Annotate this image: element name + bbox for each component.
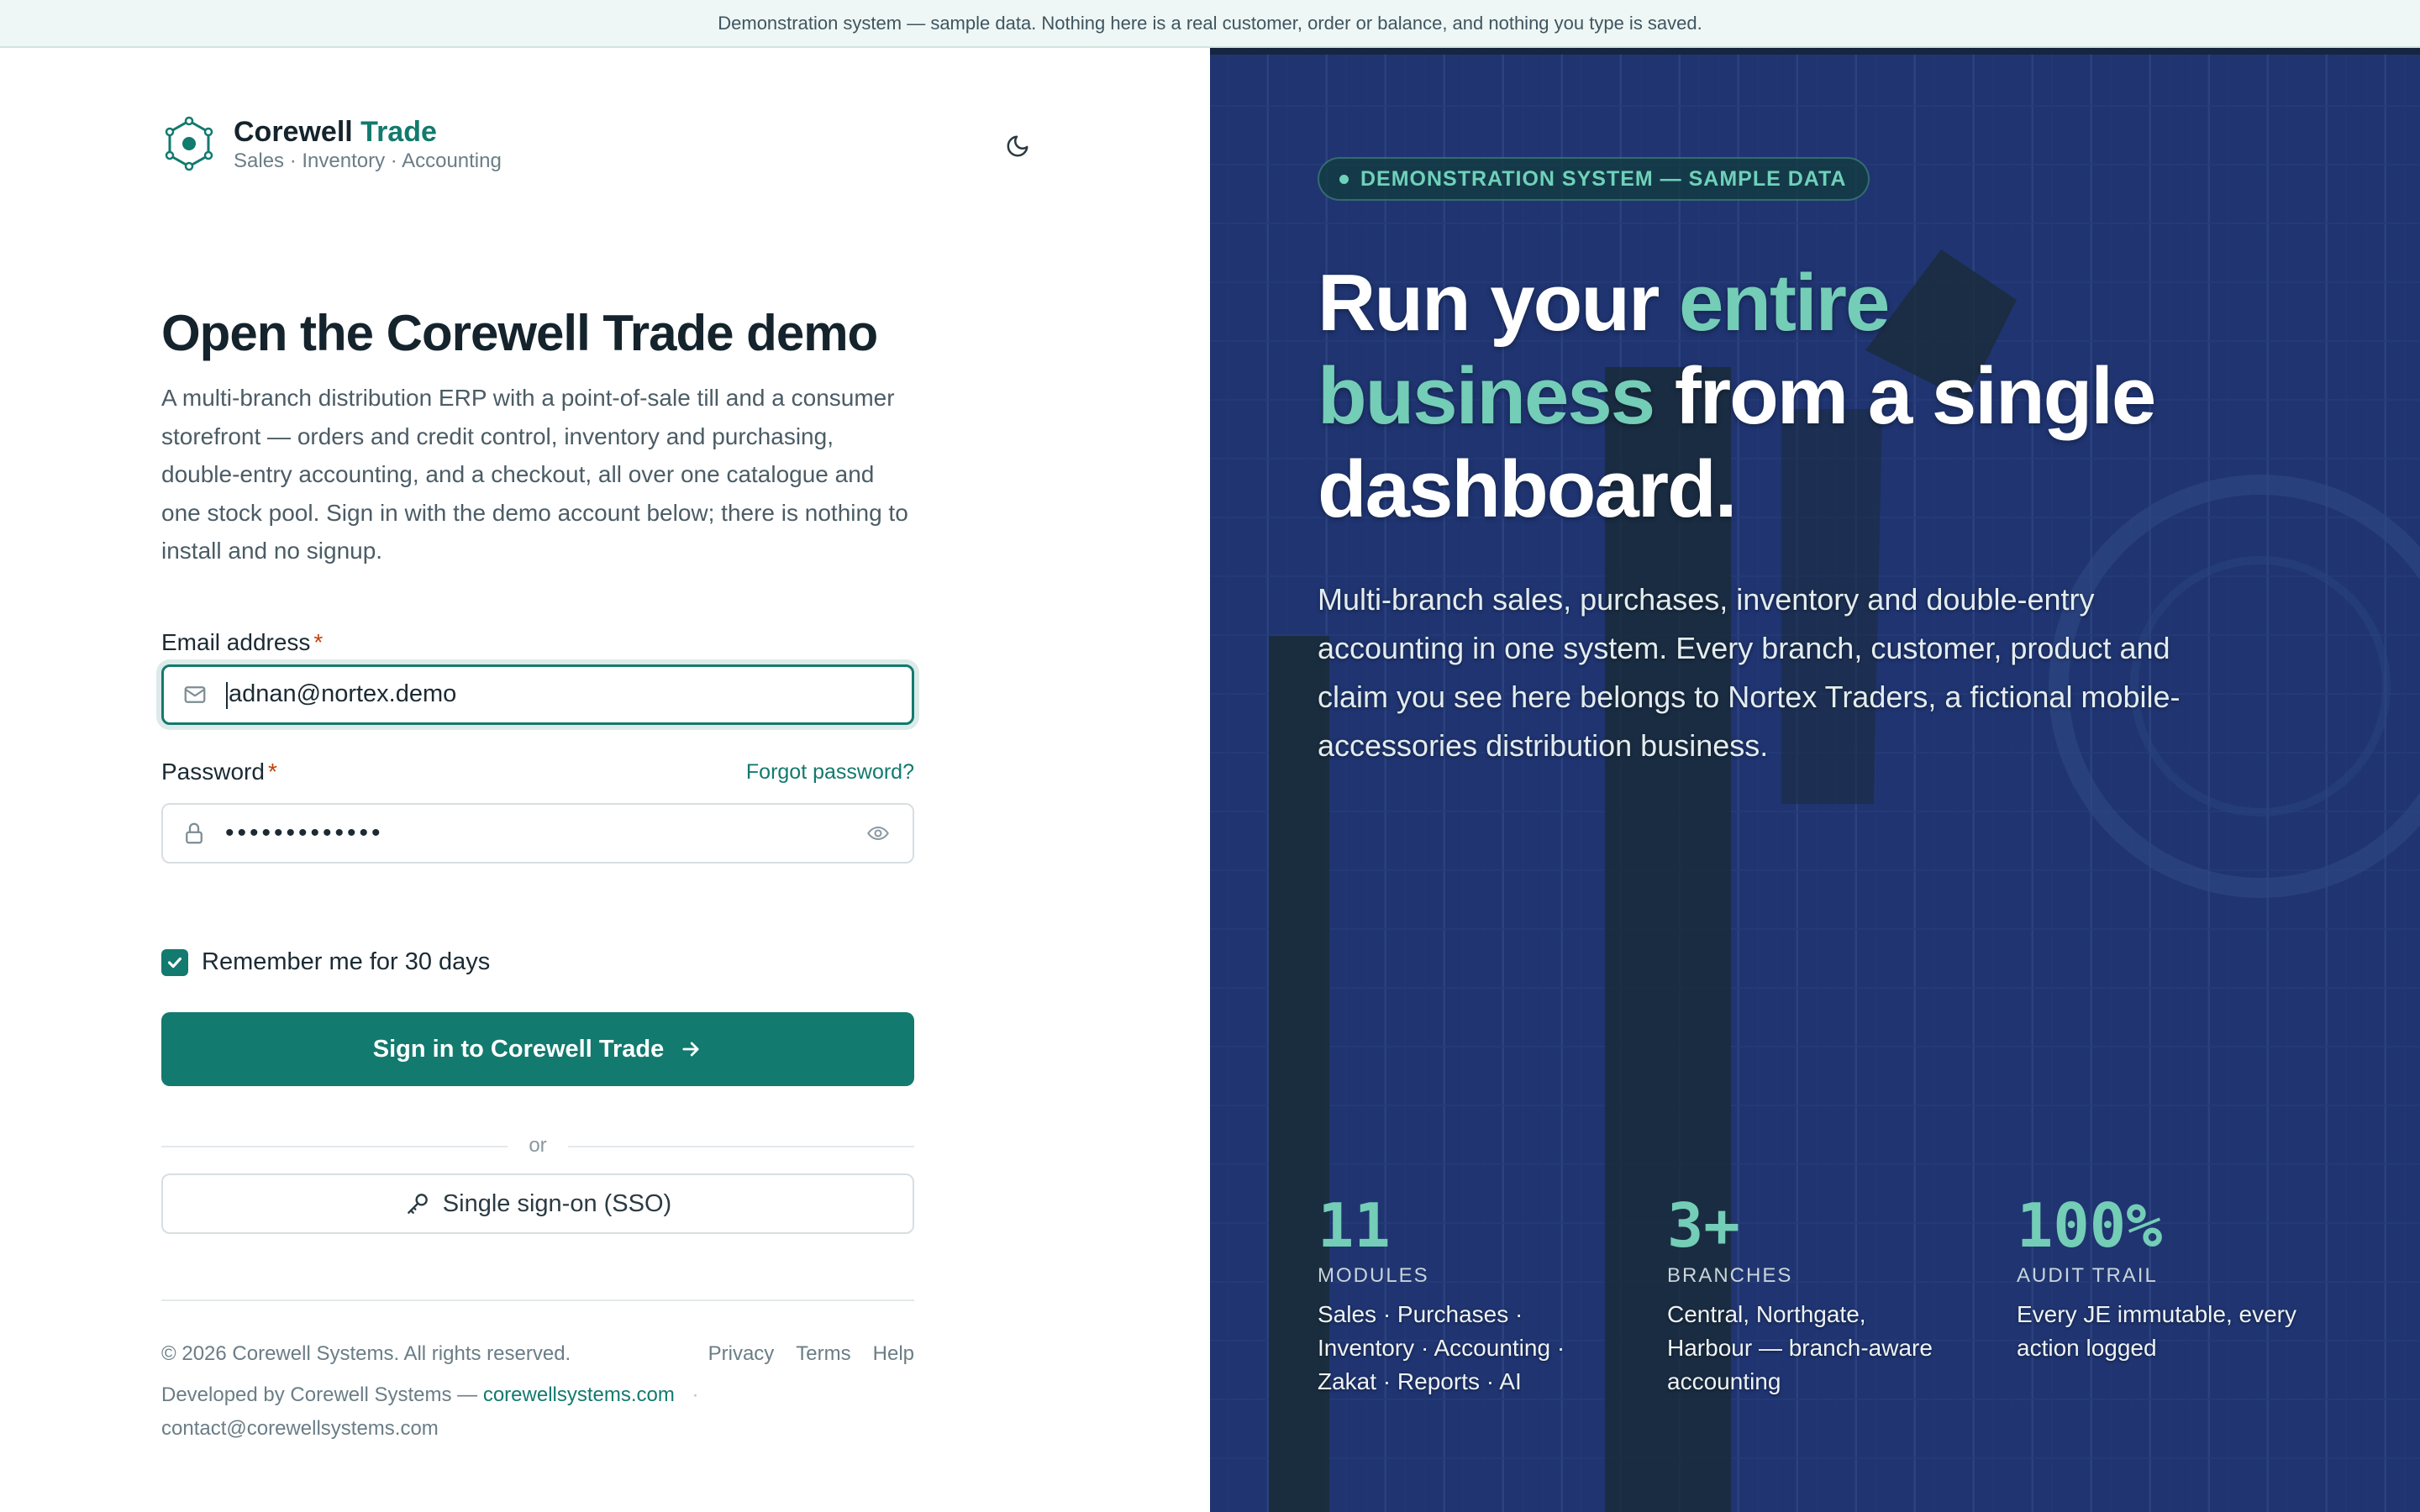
demo-badge-text: DEMONSTRATION SYSTEM — SAMPLE DATA: [1360, 166, 1847, 191]
brand-subtitle: Sales · Inventory · Accounting: [234, 150, 502, 172]
contact-email[interactable]: contact@corewellsystems.com: [161, 1417, 439, 1441]
email-label-text: Email address: [161, 629, 311, 655]
status-dot: [1339, 174, 1349, 184]
email-field[interactable]: adnan@nortex.demo: [161, 664, 914, 725]
stat-value: 3+: [1667, 1190, 1740, 1261]
footer-links: Privacy Terms Help: [699, 1342, 914, 1366]
copyright: © 2026 Corewell Systems. All rights rese…: [161, 1342, 571, 1365]
eye-icon[interactable]: [864, 819, 892, 848]
key-icon: [404, 1190, 431, 1217]
stat-label: MODULES: [1318, 1264, 1429, 1287]
stat-value: 100%: [2017, 1190, 2163, 1261]
email-value[interactable]: adnan@nortex.demo: [226, 680, 912, 709]
stat-description: Central, Northgate, Harbour — branch-awa…: [1667, 1301, 1933, 1394]
footer-link-terms[interactable]: Terms: [796, 1342, 850, 1366]
mail-icon: [181, 680, 209, 709]
demo-banner-text: Demonstration system — sample data. Noth…: [718, 12, 1702, 34]
corewell-logo-icon: [165, 116, 213, 171]
stat-description: Sales · Purchases · Inventory · Accounti…: [1318, 1301, 1565, 1394]
stat-label: BRANCHES: [1667, 1264, 1793, 1287]
moon-icon: [1007, 135, 1028, 157]
hero-description: Multi-branch sales, purchases, inventory…: [1318, 582, 2181, 763]
footer-divider: [161, 1299, 914, 1301]
developer-credit: Developed by Corewell Systems — corewell…: [161, 1383, 699, 1407]
divider-line: [568, 1146, 914, 1147]
password-label: Password *: [161, 759, 277, 785]
or-divider: or: [161, 1135, 914, 1157]
stat-value: 11: [1318, 1190, 1391, 1261]
email-value-text: adnan@nortex.demo: [229, 680, 457, 708]
intro-text: A multi-branch distribution ERP with a p…: [161, 385, 908, 564]
lock-icon: [180, 819, 208, 848]
sso-label: Single sign-on (SSO): [442, 1189, 672, 1217]
hero-headline-start: Run your: [1318, 258, 1679, 348]
footer-link-help[interactable]: Help: [873, 1342, 914, 1366]
remember-label: Remember me for 30 days: [202, 948, 491, 975]
demo-banner: Demonstration system — sample data. Noth…: [0, 0, 2420, 48]
stat-modules: 11 MODULES Sales · Purchases · Inventory…: [1318, 1190, 1620, 1399]
theme-toggle-button[interactable]: [1002, 130, 1034, 162]
brand: Corewell Trade Sales · Inventory · Accou…: [161, 115, 502, 174]
required-mark: *: [313, 629, 324, 655]
password-value[interactable]: •••••••••••••: [225, 819, 864, 848]
sign-in-label: Sign in to Corewell Trade: [372, 1035, 665, 1063]
required-mark: *: [267, 759, 277, 785]
sign-in-button[interactable]: Sign in to Corewell Trade: [161, 1012, 914, 1086]
page-title: Open the Corewell Trade demo: [161, 305, 878, 361]
email-label: Email address *: [161, 629, 323, 656]
developer-text: Developed by Corewell Systems —: [161, 1383, 478, 1406]
check-icon: [167, 957, 182, 968]
demo-badge: DEMONSTRATION SYSTEM — SAMPLE DATA: [1318, 157, 1870, 201]
promo-panel: DEMONSTRATION SYSTEM — SAMPLE DATA Run y…: [1210, 48, 2420, 1512]
brand-name: Corewell Trade: [234, 115, 502, 149]
stat-branches: 3+ BRANCHES Central, Northgate, Harbour …: [1667, 1190, 1970, 1399]
forgot-password-link[interactable]: Forgot password?: [741, 760, 914, 785]
stat-label: AUDIT TRAIL: [2017, 1264, 2158, 1287]
hero-headline: Run your entire business from a single d…: [1318, 256, 2242, 536]
stat-audit-trail: 100% AUDIT TRAIL Every JE immutable, eve…: [2017, 1190, 2319, 1365]
password-label-text: Password: [161, 759, 265, 785]
brand-name-main: Corewell: [234, 116, 353, 148]
sso-button[interactable]: Single sign-on (SSO): [161, 1173, 914, 1234]
developer-site-link[interactable]: corewellsystems.com: [483, 1383, 675, 1406]
password-field[interactable]: •••••••••••••: [161, 803, 914, 864]
brand-name-accent: Trade: [360, 116, 437, 148]
text-caret: [226, 681, 228, 709]
arrow-right-icon: [679, 1037, 702, 1061]
footer-separator: ·: [692, 1383, 699, 1406]
remember-checkbox[interactable]: [161, 948, 188, 976]
stat-description: Every JE immutable, every action logged: [2017, 1301, 2296, 1361]
login-panel: Corewell Trade Sales · Inventory · Accou…: [0, 48, 1210, 1512]
remember-me[interactable]: Remember me for 30 days: [161, 948, 490, 976]
footer-link-privacy[interactable]: Privacy: [708, 1342, 775, 1366]
